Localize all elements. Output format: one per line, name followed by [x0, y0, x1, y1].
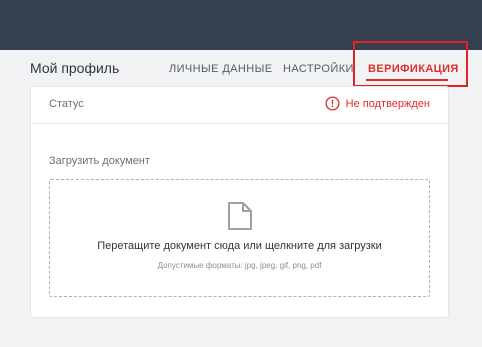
dropzone-instruction: Перетащите документ сюда или щелкните дл…	[97, 240, 382, 252]
alert-circle-icon	[325, 96, 340, 111]
document-dropzone[interactable]: Перетащите документ сюда или щелкните дл…	[49, 179, 430, 297]
status-label: Статус	[49, 98, 84, 110]
status-badge: Не подтвержден	[325, 96, 430, 111]
allowed-formats: Допустимые форматы: jpg, jpeg, gif, png,…	[157, 261, 322, 270]
tab-settings[interactable]: НАСТРОЙКИ	[283, 63, 354, 75]
page-title: Мой профиль	[30, 60, 120, 76]
verification-tab-highlight	[353, 41, 468, 87]
status-value: Не подтвержден	[345, 97, 430, 110]
tab-personal-data[interactable]: ЛИЧНЫЕ ДАННЫЕ	[169, 63, 272, 75]
file-icon	[227, 201, 253, 231]
upload-label: Загрузить документ	[49, 155, 150, 167]
verification-card: Статус Не подтвержден Загрузить документ…	[30, 86, 449, 318]
status-row: Статус Не подтвержден	[31, 87, 448, 124]
